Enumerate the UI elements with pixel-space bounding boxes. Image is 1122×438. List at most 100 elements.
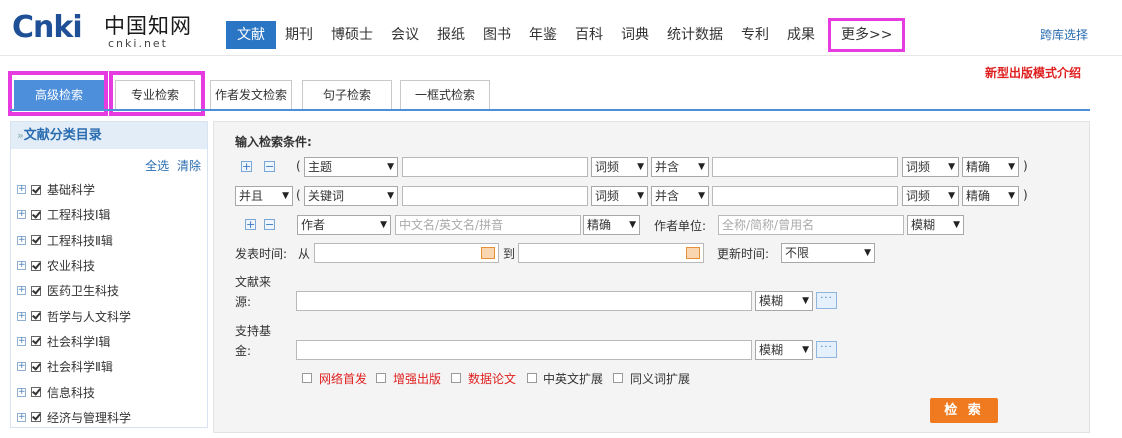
remove-author-row-icon[interactable]: − [264,219,275,230]
category-checkbox[interactable] [31,311,41,322]
row1-term2-input[interactable] [712,157,898,177]
add-author-row-icon[interactable]: + [245,219,256,230]
category-label[interactable]: 社会科学Ⅱ辑 [47,358,113,375]
date-from-input[interactable] [314,243,499,263]
source-input[interactable] [296,291,752,311]
category-checkbox[interactable] [31,387,41,398]
cn-en-expand-checkbox[interactable] [527,373,537,383]
author-match-select[interactable]: 精确 [583,215,640,235]
nav-item-books[interactable]: 图书 [474,21,520,49]
category-label[interactable]: 哲学与人文科学 [47,308,131,325]
category-item: + 社会科学Ⅰ辑 [17,329,131,354]
new-publishing-mode-link[interactable]: 新型出版模式介绍 [985,64,1081,81]
tab-single-box-search[interactable]: 一框式检索 [400,80,490,110]
category-checkbox[interactable] [31,361,41,372]
row1-field-select[interactable]: 主题 [304,157,398,177]
expand-icon[interactable]: + [17,286,26,296]
enhanced-pub-label[interactable]: 增强出版 [393,370,441,387]
category-label[interactable]: 工程科技Ⅱ辑 [47,232,113,249]
category-label[interactable]: 农业科技 [47,257,95,274]
cn-en-expand-label[interactable]: 中英文扩展 [543,370,603,387]
fund-input[interactable] [296,340,752,360]
conditions-heading: 输入检索条件: [235,135,312,149]
row2-logic-select[interactable]: 并含 [651,186,709,206]
fund-match-select[interactable]: 模糊 [755,340,813,360]
category-checkbox[interactable] [31,285,41,296]
row2-match-select[interactable]: 精确 [962,186,1019,206]
nav-item-more[interactable]: 更多>> [828,18,906,52]
clear-link[interactable]: 清除 [177,159,201,173]
row2-freq1-select[interactable]: 词频 [591,186,648,206]
update-time-select[interactable]: 不限 [781,243,875,263]
category-label[interactable]: 信息科技 [47,384,95,401]
online-first-label[interactable]: 网络首发 [319,370,367,387]
expand-icon[interactable]: + [17,261,26,271]
nav-item-encyclopedia[interactable]: 百科 [566,21,612,49]
nav-item-patents[interactable]: 专利 [732,21,778,49]
row1-term1-input[interactable] [402,157,588,177]
synonym-expand-checkbox[interactable] [613,373,623,383]
category-checkbox[interactable] [31,336,41,347]
expand-icon[interactable]: + [17,362,26,372]
expand-icon[interactable]: + [17,387,26,397]
fund-picker-icon[interactable]: ··· [816,341,837,358]
category-checkbox[interactable] [31,209,41,220]
data-paper-checkbox[interactable] [451,373,461,383]
row2-bool-select[interactable]: 并且 [235,186,293,206]
category-checkbox[interactable] [31,184,41,195]
row1-freq2-select[interactable]: 词频 [902,157,959,177]
tab-sentence-search[interactable]: 句子检索 [302,80,392,110]
row1-match-select[interactable]: 精确 [962,157,1019,177]
tab-author-search[interactable]: 作者发文检索 [210,80,292,110]
expand-icon[interactable]: + [17,336,26,346]
nav-item-yearbooks[interactable]: 年鉴 [520,21,566,49]
row1-logic-select[interactable]: 并含 [651,157,709,177]
row1-freq1-select[interactable]: 词频 [591,157,648,177]
expand-icon[interactable]: + [17,210,26,220]
category-checkbox[interactable] [31,412,41,423]
nav-item-literature[interactable]: 文献 [226,21,276,49]
cross-database-select-link[interactable]: 跨库选择 [1040,26,1088,43]
category-label[interactable]: 工程科技Ⅰ辑 [47,206,111,223]
add-row-icon[interactable]: + [241,161,252,172]
nav-item-journals[interactable]: 期刊 [276,21,322,49]
category-item: + 工程科技Ⅱ辑 [17,228,131,253]
expand-icon[interactable]: + [17,311,26,321]
data-paper-label[interactable]: 数据论文 [468,370,516,387]
nav-item-conferences[interactable]: 会议 [382,21,428,49]
source-match-select[interactable]: 模糊 [755,291,813,311]
enhanced-pub-checkbox[interactable] [376,373,386,383]
nav-item-dictionary[interactable]: 词典 [612,21,658,49]
nav-item-statistics[interactable]: 统计数据 [658,21,732,49]
expand-icon[interactable]: + [17,235,26,245]
expand-icon[interactable]: + [17,185,26,195]
search-button[interactable]: 检 索 [930,398,998,423]
category-label[interactable]: 经济与管理科学 [47,409,131,426]
nav-item-newspapers[interactable]: 报纸 [428,21,474,49]
cnki-logo[interactable]: Cnki 中国知网 cnki.net [12,10,202,50]
row2-term2-input[interactable] [712,186,898,206]
category-label[interactable]: 基础科学 [47,181,95,198]
online-first-checkbox[interactable] [302,373,312,383]
category-checkbox[interactable] [31,235,41,246]
category-checkbox[interactable] [31,260,41,271]
row2-field-select[interactable]: 关键词 [304,186,398,206]
remove-row-icon[interactable]: − [264,161,275,172]
select-all-link[interactable]: 全选 [145,159,169,173]
calendar-icon[interactable] [686,247,700,259]
nav-item-theses[interactable]: 博硕士 [322,21,382,49]
date-to-input[interactable] [518,243,704,263]
author-unit-match-select[interactable]: 模糊 [907,215,964,235]
expand-icon[interactable]: + [17,412,26,422]
calendar-icon[interactable] [481,247,495,259]
author-name-input[interactable]: 中文名/英文名/拼音 [395,215,581,235]
row2-freq2-select[interactable]: 词频 [902,186,959,206]
nav-item-achievements[interactable]: 成果 [778,21,824,49]
author-unit-input[interactable]: 全称/简称/曾用名 [718,215,904,235]
category-label[interactable]: 医药卫生科技 [47,282,119,299]
category-label[interactable]: 社会科学Ⅰ辑 [47,333,111,350]
author-field-select[interactable]: 作者 [297,215,391,235]
synonym-expand-label[interactable]: 同义词扩展 [630,370,690,387]
source-picker-icon[interactable]: ··· [816,292,837,309]
row2-term1-input[interactable] [402,186,588,206]
